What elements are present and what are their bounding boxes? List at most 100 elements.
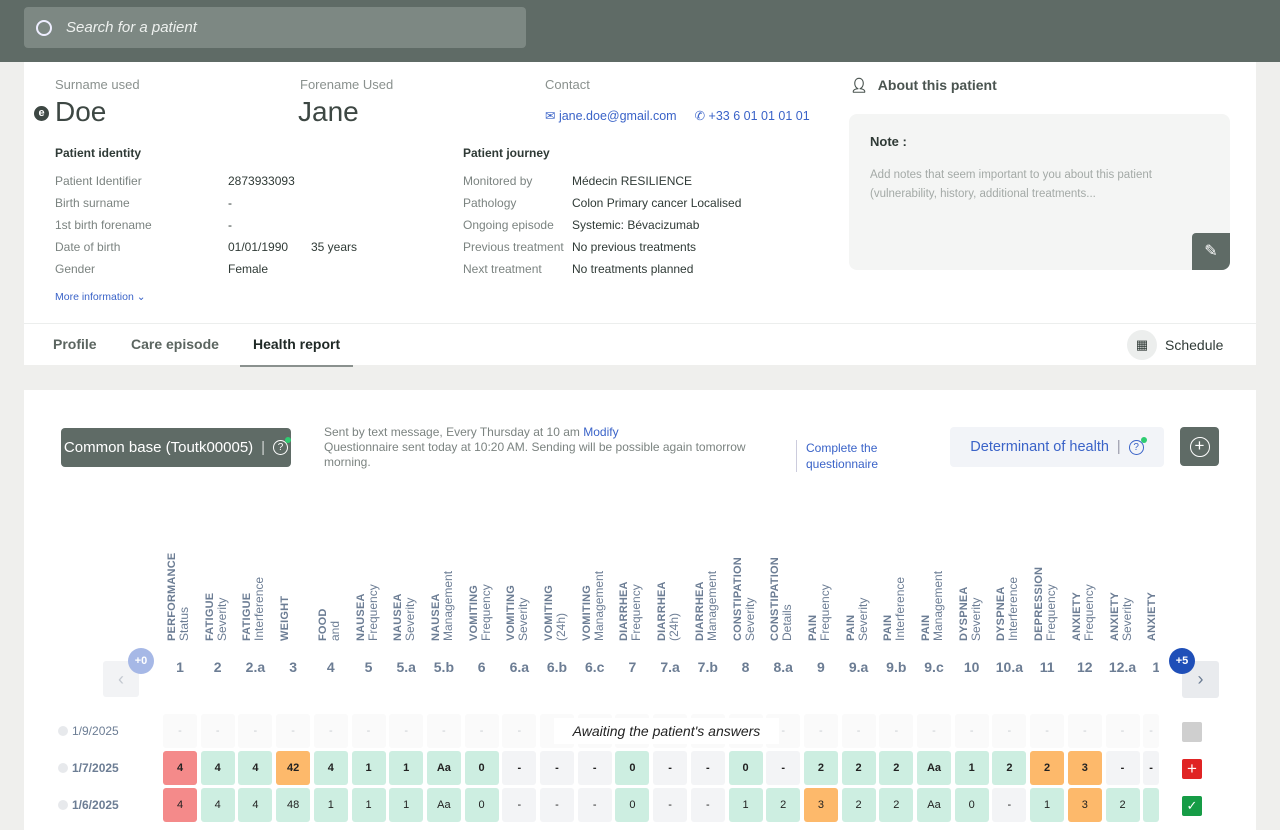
score-cell[interactable]: - — [389, 714, 424, 748]
score-cell[interactable]: 4 — [238, 751, 273, 785]
score-cell[interactable]: - — [917, 714, 951, 748]
score-cell[interactable]: - — [502, 788, 537, 822]
score-cell[interactable]: - — [1143, 714, 1159, 748]
score-cell[interactable]: - — [992, 788, 1027, 822]
score-cell[interactable]: 42 — [276, 751, 311, 785]
score-cell[interactable]: - — [954, 714, 989, 748]
score-cell[interactable]: Aa — [426, 751, 461, 785]
score-cell[interactable]: - — [1067, 714, 1102, 748]
help-icon[interactable]: ? — [1128, 436, 1147, 455]
score-cell[interactable]: 48 — [276, 788, 311, 822]
score-cell[interactable]: - — [313, 714, 348, 748]
score-cell[interactable]: - — [464, 714, 499, 748]
score-cell[interactable]: 2 — [1030, 751, 1065, 785]
score-cell[interactable]: 1 — [351, 751, 386, 785]
score-cell[interactable]: 4 — [200, 751, 235, 785]
score-cell[interactable]: - — [540, 751, 574, 785]
edit-note-button[interactable]: ✎ — [1192, 233, 1230, 270]
add-questionnaire-button[interactable]: + — [1180, 427, 1219, 466]
email-link[interactable]: ✉ jane.doe@gmail.com — [545, 108, 677, 123]
score-cell[interactable]: 2 — [841, 751, 876, 785]
complete-questionnaire-link[interactable]: Complete the questionnaire — [796, 440, 891, 472]
score-cell[interactable]: - — [276, 714, 311, 748]
score-cell[interactable]: 0 — [954, 788, 989, 822]
score-cell[interactable]: - — [879, 714, 914, 748]
score-cell[interactable]: - — [690, 788, 725, 822]
score-cell[interactable]: 2 — [879, 751, 914, 785]
score-cell[interactable]: 1 — [389, 751, 424, 785]
score-cell[interactable]: 3 — [803, 788, 838, 822]
more-information-link[interactable]: More information ⌄ — [55, 291, 146, 303]
score-cell[interactable]: 4 — [200, 788, 235, 822]
score-cell[interactable]: 1 — [728, 788, 763, 822]
score-cell[interactable]: 2 — [1105, 788, 1140, 822]
score-cell[interactable]: 4 — [163, 751, 197, 785]
schedule-label[interactable]: Schedule — [1165, 337, 1223, 353]
score-cell[interactable]: 3 — [1067, 751, 1102, 785]
column-title: PAIN Management — [920, 531, 945, 641]
score-cell[interactable]: - — [766, 751, 801, 785]
score-cell[interactable]: - — [690, 751, 725, 785]
score-cell[interactable] — [1143, 788, 1159, 822]
score-cell[interactable]: 2 — [879, 788, 914, 822]
note-box[interactable]: Note : Add notes that seem important to … — [849, 114, 1230, 270]
pending-status-icon[interactable] — [1182, 722, 1202, 742]
score-cell[interactable]: 0 — [464, 751, 499, 785]
schedule-button[interactable]: ▦ Schedule — [1127, 330, 1223, 360]
score-cell[interactable]: - — [540, 788, 574, 822]
score-cell[interactable]: 2 — [992, 751, 1027, 785]
score-cell[interactable]: - — [426, 714, 461, 748]
score-cell[interactable]: 0 — [615, 751, 650, 785]
score-cell[interactable]: - — [577, 751, 612, 785]
score-cell[interactable]: 1 — [313, 788, 348, 822]
help-icon[interactable]: ? — [273, 437, 292, 455]
score-cell[interactable]: - — [653, 788, 688, 822]
determinant-of-health-button[interactable]: Determinant of health | ? — [950, 427, 1164, 467]
phone-link[interactable]: ✆ +33 6 01 01 01 01 — [695, 108, 810, 123]
score-cell[interactable]: - — [238, 714, 273, 748]
add-entry-button[interactable]: + — [1182, 759, 1202, 779]
score-cell[interactable]: - — [803, 714, 838, 748]
modify-link[interactable]: Modify — [583, 425, 618, 439]
score-cell[interactable]: 2 — [766, 788, 801, 822]
score-cell[interactable]: 1 — [351, 788, 386, 822]
score-cell[interactable]: - — [841, 714, 876, 748]
validated-check-icon[interactable]: ✓ — [1182, 796, 1202, 816]
score-cell[interactable]: - — [502, 714, 537, 748]
score-cell[interactable]: - — [653, 751, 688, 785]
score-cell[interactable]: 1 — [389, 788, 424, 822]
score-cell[interactable]: - — [1030, 714, 1065, 748]
score-cell[interactable]: 0 — [615, 788, 650, 822]
score-cell[interactable]: Aa — [917, 788, 951, 822]
score-cell[interactable]: 4 — [313, 751, 348, 785]
score-cell[interactable]: Aa — [426, 788, 461, 822]
score-cell[interactable]: 2 — [841, 788, 876, 822]
email[interactable]: jane.doe@gmail.com — [559, 109, 677, 123]
score-cell[interactable]: - — [351, 714, 386, 748]
tab-health-report[interactable]: Health report — [240, 336, 354, 367]
score-cell[interactable]: - — [502, 751, 537, 785]
tab-care-episode[interactable]: Care episode — [131, 336, 219, 352]
score-cell[interactable]: 4 — [238, 788, 273, 822]
score-cell[interactable]: - — [1105, 751, 1140, 785]
score-cell[interactable]: - — [200, 714, 235, 748]
score-cell[interactable]: 1 — [1030, 788, 1065, 822]
score-cell[interactable]: 4 — [163, 788, 197, 822]
more-information-label[interactable]: More information — [55, 291, 134, 303]
score-cell[interactable]: - — [1105, 714, 1140, 748]
score-cell[interactable]: - — [1143, 751, 1159, 785]
score-cell[interactable]: Aa — [917, 751, 951, 785]
score-cell[interactable]: - — [577, 788, 612, 822]
phone[interactable]: +33 6 01 01 01 01 — [709, 109, 810, 123]
tab-profile[interactable]: Profile — [53, 336, 97, 352]
score-cell[interactable]: - — [992, 714, 1027, 748]
score-cell[interactable]: 0 — [728, 751, 763, 785]
score-cell[interactable]: 3 — [1067, 788, 1102, 822]
note-placeholder[interactable]: Add notes that seem important to you abo… — [870, 166, 1200, 204]
questionnaire-select[interactable]: Common base (Toutk00005) | ? — [61, 428, 292, 467]
score-cell[interactable]: - — [163, 714, 197, 748]
score-cell[interactable]: 1 — [954, 751, 989, 785]
score-cell[interactable]: 0 — [464, 788, 499, 822]
search-input[interactable]: Search for a patient — [24, 7, 526, 48]
score-cell[interactable]: 2 — [803, 751, 838, 785]
